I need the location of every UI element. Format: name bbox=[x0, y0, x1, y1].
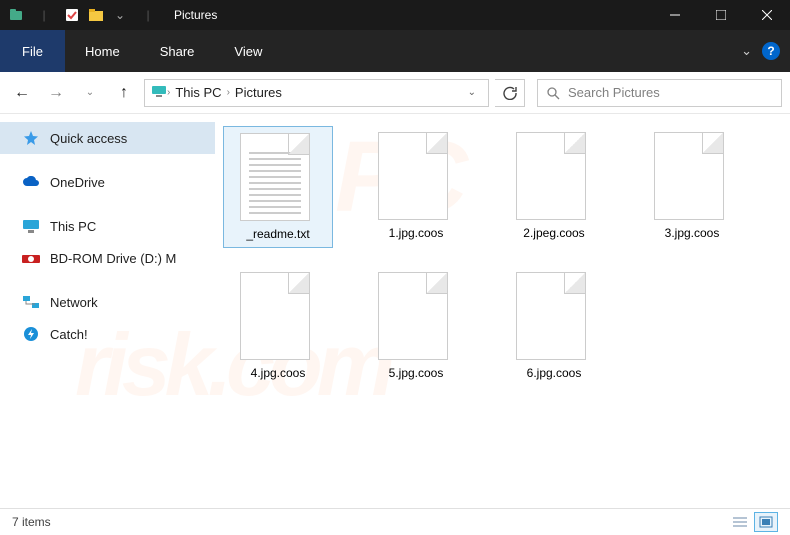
sidebar-item[interactable]: Network bbox=[0, 286, 215, 318]
sidebar-item-label: Network bbox=[50, 295, 98, 310]
status-text: 7 items bbox=[12, 515, 51, 529]
tab-home[interactable]: Home bbox=[65, 30, 140, 72]
view-details-button[interactable] bbox=[728, 512, 752, 532]
sidebar-item[interactable]: Catch! bbox=[0, 318, 215, 350]
file-pane[interactable]: PC risk.com _readme.txt1.jpg.coos2.jpeg.… bbox=[215, 114, 790, 508]
file-name: 4.jpg.coos bbox=[251, 366, 306, 380]
address-bar[interactable]: › This PC › Pictures ⌄ bbox=[144, 79, 489, 107]
view-icons-button[interactable] bbox=[754, 512, 778, 532]
blank-file-icon bbox=[654, 132, 724, 220]
sidebar-item-label: This PC bbox=[50, 219, 96, 234]
file-name: 1.jpg.coos bbox=[389, 226, 444, 240]
help-icon[interactable]: ? bbox=[762, 42, 780, 60]
address-dropdown-icon[interactable]: ⌄ bbox=[462, 87, 482, 98]
status-bar: 7 items bbox=[0, 508, 790, 535]
nav-sidebar: Quick access OneDrive This PC BD-ROM Drive … bbox=[0, 114, 215, 508]
disc-icon bbox=[22, 249, 40, 267]
qat-checkbox-icon[interactable] bbox=[64, 7, 80, 23]
file-item[interactable]: 1.jpg.coos bbox=[361, 126, 471, 248]
maximize-button[interactable] bbox=[698, 0, 744, 30]
file-item[interactable]: 4.jpg.coos bbox=[223, 266, 333, 386]
explorer-icon bbox=[8, 7, 24, 23]
star-icon bbox=[22, 129, 40, 147]
net-icon bbox=[22, 293, 40, 311]
ribbon: File Home Share View ⌄ ? bbox=[0, 30, 790, 72]
sidebar-item[interactable]: BD-ROM Drive (D:) M bbox=[0, 242, 215, 274]
sidebar-item[interactable]: Quick access bbox=[0, 122, 215, 154]
ribbon-tabs: Home Share View bbox=[65, 30, 282, 72]
window-title: Pictures bbox=[174, 8, 652, 22]
blank-file-icon bbox=[240, 272, 310, 360]
search-icon bbox=[546, 86, 560, 100]
nav-bar: ← → ⌄ ↑ › This PC › Pictures ⌄ Search Pi… bbox=[0, 72, 790, 114]
cloud-icon bbox=[22, 173, 40, 191]
file-item[interactable]: 5.jpg.coos bbox=[361, 266, 471, 386]
qat-folder-icon[interactable] bbox=[88, 7, 104, 23]
tab-view[interactable]: View bbox=[214, 30, 282, 72]
qat-dropdown-icon[interactable]: ⌄ bbox=[112, 7, 128, 23]
file-name: 5.jpg.coos bbox=[389, 366, 444, 380]
pc-icon bbox=[151, 85, 167, 100]
sidebar-item-label: Quick access bbox=[50, 131, 127, 146]
recent-dropdown[interactable]: ⌄ bbox=[76, 79, 104, 107]
ribbon-expand-icon[interactable]: ⌄ bbox=[741, 43, 752, 59]
sidebar-item[interactable]: OneDrive bbox=[0, 166, 215, 198]
sidebar-item-label: Catch! bbox=[50, 327, 88, 342]
file-item[interactable]: _readme.txt bbox=[223, 126, 333, 248]
file-name: 6.jpg.coos bbox=[527, 366, 582, 380]
breadcrumb[interactable]: Pictures bbox=[230, 85, 287, 100]
sidebar-item[interactable]: This PC bbox=[0, 210, 215, 242]
file-menu[interactable]: File bbox=[0, 30, 65, 72]
back-button[interactable]: ← bbox=[8, 79, 36, 107]
pc-icon bbox=[22, 217, 40, 235]
bolt-icon bbox=[22, 325, 40, 343]
file-item[interactable]: 3.jpg.coos bbox=[637, 126, 747, 248]
up-button[interactable]: ↑ bbox=[110, 79, 138, 107]
blank-file-icon bbox=[378, 272, 448, 360]
forward-button[interactable]: → bbox=[42, 79, 70, 107]
blank-file-icon bbox=[516, 272, 586, 360]
file-item[interactable]: 2.jpeg.coos bbox=[499, 126, 609, 248]
txt-file-icon bbox=[240, 133, 310, 221]
search-input[interactable]: Search Pictures bbox=[537, 79, 782, 107]
search-placeholder: Search Pictures bbox=[568, 85, 660, 100]
breadcrumb[interactable]: This PC bbox=[170, 85, 226, 100]
blank-file-icon bbox=[516, 132, 586, 220]
sidebar-item-label: BD-ROM Drive (D:) M bbox=[50, 251, 176, 266]
sidebar-item-label: OneDrive bbox=[50, 175, 105, 190]
minimize-button[interactable] bbox=[652, 0, 698, 30]
blank-file-icon bbox=[378, 132, 448, 220]
refresh-button[interactable] bbox=[495, 79, 525, 107]
file-name: 2.jpeg.coos bbox=[523, 226, 584, 240]
file-item[interactable]: 6.jpg.coos bbox=[499, 266, 609, 386]
close-button[interactable] bbox=[744, 0, 790, 30]
file-name: _readme.txt bbox=[246, 227, 309, 241]
title-bar: | ⌄ | Pictures bbox=[0, 0, 790, 30]
file-name: 3.jpg.coos bbox=[665, 226, 720, 240]
tab-share[interactable]: Share bbox=[140, 30, 215, 72]
